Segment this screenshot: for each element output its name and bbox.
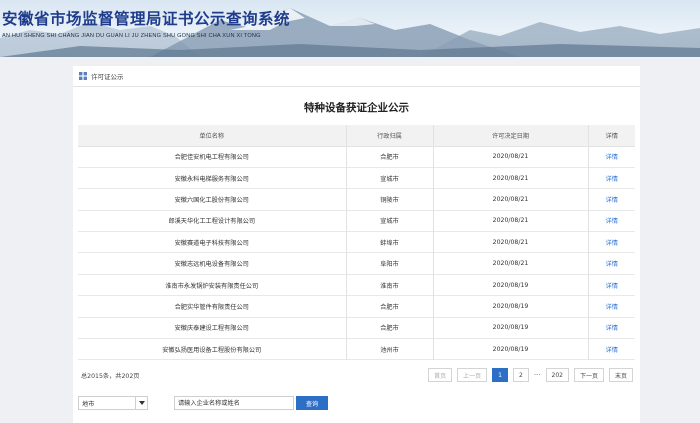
- company-name: 安徽六国化工股份有限公司: [174, 196, 249, 204]
- city-select-value: 地市: [82, 400, 95, 408]
- column-header-date: 许可决定日期: [432, 125, 588, 147]
- table-row: 安徽永科电梯服务有限公司 宣城市 2020/08/21 详情: [78, 167, 635, 189]
- table-row: 安徽六国化工股份有限公司 铜陵市 2020/08/21 详情: [78, 188, 635, 211]
- decision-date: 2020/08/21: [432, 188, 588, 211]
- prev-page-button[interactable]: 上一页: [457, 368, 488, 382]
- system-title: 安徽省市场监督管理局证书公示查询系统: [2, 10, 291, 28]
- decision-date: 2020/08/21: [432, 210, 588, 232]
- detail-link[interactable]: 详情: [587, 252, 635, 275]
- region: 铜陵市: [345, 188, 433, 211]
- page-2-button[interactable]: 2: [513, 368, 529, 382]
- table-row: 合肥佳安机电工程有限公司 合肥市 2020/08/21 详情: [78, 146, 635, 168]
- detail-link[interactable]: 详情: [587, 295, 635, 318]
- decision-date: 2020/08/21: [432, 167, 588, 189]
- next-page-button[interactable]: 下一页: [573, 368, 604, 382]
- company-name: 安徽志远机电设备有限公司: [174, 261, 249, 269]
- company-name: 郎溪天华化工工程设计有限公司: [168, 218, 256, 226]
- decision-date: 2020/08/19: [432, 274, 588, 296]
- detail-link[interactable]: 详情: [587, 146, 635, 168]
- certificate-table: 单位名称 行政归属 许可决定日期 详情 合肥佳安机电工程有限公司 合肥市 202…: [78, 125, 635, 360]
- table-row: 郎溪天华化工工程设计有限公司 宣城市 2020/08/21 详情: [78, 210, 635, 232]
- region: 蚌埠市: [345, 231, 433, 253]
- decision-date: 2020/08/19: [432, 295, 588, 318]
- total-count: 总2015条，共202页: [81, 373, 140, 380]
- column-header-detail: 详情: [587, 125, 635, 147]
- company-name: 安徽永科电梯服务有限公司: [174, 175, 249, 183]
- decision-date: 2020/08/19: [432, 338, 588, 360]
- region: 合肥市: [345, 317, 433, 339]
- company-name: 合肥实华管件有限责任公司: [174, 303, 249, 311]
- region: 宣城市: [345, 167, 433, 189]
- table-row: 安徽弘扬医用设备工程股份有限公司 池州市 2020/08/19 详情: [78, 338, 635, 360]
- search-button[interactable]: 查询: [296, 396, 328, 410]
- pagination-ellipsis: ···: [533, 371, 541, 379]
- column-header-region: 行政归属: [345, 125, 433, 147]
- table-header-row: 单位名称 行政归属 许可决定日期 详情: [78, 125, 635, 147]
- decision-date: 2020/08/21: [432, 146, 588, 168]
- header-banner: 安徽省市场监督管理局证书公示查询系统 AN HUI SHENG SHI CHAN…: [0, 0, 700, 57]
- company-name: 淮南市永发锅炉安装有限责任公司: [165, 282, 259, 290]
- content-panel: 许可证公示 特种设备获证企业公示 单位名称 行政归属 许可决定日期 详情 合肥佳…: [73, 66, 640, 423]
- company-name: 安徽庆泰建设工程有限公司: [174, 325, 249, 333]
- pagination: 首页 上一页 1 2 ··· 202 下一页 末页: [428, 368, 633, 382]
- table-row: 淮南市永发锅炉安装有限责任公司 淮南市 2020/08/19 详情: [78, 274, 635, 296]
- detail-link[interactable]: 详情: [587, 188, 635, 211]
- company-name: 合肥佳安机电工程有限公司: [174, 154, 249, 162]
- caret-down-icon: [135, 397, 147, 409]
- decision-date: 2020/08/21: [432, 252, 588, 275]
- detail-link[interactable]: 详情: [587, 317, 635, 339]
- first-page-button[interactable]: 首页: [428, 368, 453, 382]
- region: 合肥市: [345, 146, 433, 168]
- breadcrumb: 许可证公示: [73, 66, 640, 87]
- system-subtitle: AN HUI SHENG SHI CHANG JIAN DU GUAN LI J…: [2, 33, 261, 39]
- breadcrumb-label: 许可证公示: [91, 73, 124, 81]
- detail-link[interactable]: 详情: [587, 274, 635, 296]
- detail-link[interactable]: 详情: [587, 210, 635, 232]
- region: 宣城市: [345, 210, 433, 232]
- company-name: 安徽赛道电子科技有限公司: [174, 239, 249, 247]
- detail-link[interactable]: 详情: [587, 231, 635, 253]
- table-row: 安徽赛道电子科技有限公司 蚌埠市 2020/08/21 详情: [78, 231, 635, 253]
- detail-link[interactable]: 详情: [587, 338, 635, 360]
- column-header-name: 单位名称: [78, 125, 346, 147]
- page-1-button[interactable]: 1: [492, 368, 508, 382]
- company-name: 安徽弘扬医用设备工程股份有限公司: [162, 346, 262, 354]
- search-input[interactable]: [174, 396, 294, 410]
- last-page-button[interactable]: 末页: [608, 368, 633, 382]
- table-row: 安徽志远机电设备有限公司 阜阳市 2020/08/21 详情: [78, 252, 635, 275]
- page-202-button[interactable]: 202: [545, 368, 569, 382]
- region: 池州市: [345, 338, 433, 360]
- table-row: 安徽庆泰建设工程有限公司 合肥市 2020/08/19 详情: [78, 317, 635, 339]
- detail-link[interactable]: 详情: [587, 167, 635, 189]
- grid-icon: [79, 72, 87, 80]
- region: 淮南市: [345, 274, 433, 296]
- decision-date: 2020/08/21: [432, 231, 588, 253]
- page-title: 特种设备获证企业公示: [304, 102, 409, 114]
- region: 合肥市: [345, 295, 433, 318]
- city-select[interactable]: 地市: [78, 396, 148, 410]
- table-row: 合肥实华管件有限责任公司 合肥市 2020/08/19 详情: [78, 295, 635, 318]
- region: 阜阳市: [345, 252, 433, 275]
- decision-date: 2020/08/19: [432, 317, 588, 339]
